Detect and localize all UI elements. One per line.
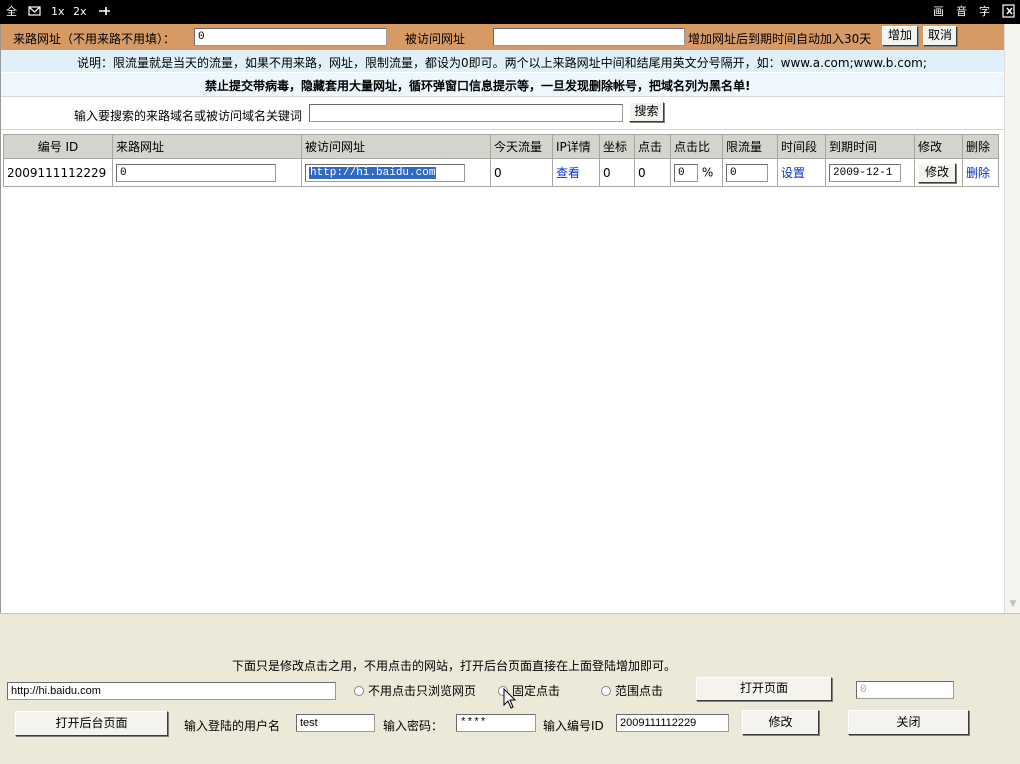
radio-range-click[interactable]: 范围点击: [601, 682, 663, 699]
pin-icon[interactable]: [97, 4, 111, 20]
col-clicks: 点击: [634, 134, 671, 159]
cell-coord: 0: [599, 158, 635, 187]
radio-range-label: 范围点击: [615, 684, 664, 698]
expire-input[interactable]: 2009-12-1: [829, 163, 901, 182]
picture-button[interactable]: 画: [933, 4, 944, 20]
col-ip-detail: IP详情: [552, 134, 600, 159]
warning-row: 禁止提交带病毒，隐藏套用大量网址，循环弹窗口信息提示等，一旦发现删除帐号，把域名…: [1, 73, 1004, 96]
sound-button[interactable]: 音: [956, 4, 967, 20]
cell-clicks: 0: [634, 158, 671, 187]
cell-edit: 修改: [914, 158, 963, 187]
zoom-2x-button[interactable]: 2x: [73, 4, 87, 20]
radio-browse-label: 不用点击只浏览网页: [368, 684, 477, 698]
modify-button[interactable]: 修改: [742, 710, 819, 735]
add-button[interactable]: 增加: [882, 26, 918, 46]
username-label: 输入登陆的用户名: [184, 719, 281, 733]
cell-delete: 删除: [962, 158, 999, 187]
note-text: 说明：限流量就是当天的流量，如果不用来路，网址，限制流量，都设为0即可。两个以上…: [77, 56, 927, 70]
note-row: 说明：限流量就是当天的流量，如果不用来路，网址，限制流量，都设为0即可。两个以上…: [1, 50, 1004, 73]
referrer-label: 来路网址（不用来路不用填）：: [13, 32, 176, 46]
password-input[interactable]: ****: [456, 714, 536, 732]
cell-today-traffic: 0: [490, 158, 553, 187]
bottom-note: 下面只是修改点击之用，不用点击的网站，打开后台页面直接在上面登陆增加即可。: [232, 659, 677, 673]
target-input[interactable]: [493, 28, 685, 46]
cancel-button[interactable]: 取消: [923, 26, 957, 46]
radio-fixed-label: 固定点击: [512, 684, 561, 698]
col-limit: 限流量: [722, 134, 778, 159]
mail-icon[interactable]: [28, 4, 42, 20]
open-admin-button[interactable]: 打开后台页面: [15, 711, 168, 736]
cell-expire: 2009-12-1: [825, 158, 915, 187]
col-edit: 修改: [914, 134, 963, 159]
table-header-row: 编号 ID 来路网址 被访问网址 今天流量 IP详情 坐标 点击 点击比 限流量…: [3, 134, 999, 159]
col-coord: 坐标: [599, 134, 635, 159]
search-input[interactable]: [309, 104, 623, 122]
open-page-button[interactable]: 打开页面: [696, 677, 832, 701]
col-today-traffic: 今天流量: [490, 134, 553, 159]
table-row: 2009111112229 0 http://hi.baidu.com 0 查看…: [3, 158, 999, 187]
col-expire: 到期时间: [825, 134, 915, 159]
warning-text: 禁止提交带病毒，隐藏套用大量网址，循环弹窗口信息提示等，一旦发现删除帐号，把域名…: [205, 79, 751, 93]
col-target: 被访问网址: [301, 134, 491, 159]
cell-limit: 0: [722, 158, 778, 187]
percent-sign: %: [701, 165, 714, 179]
radio-range-dot: [601, 686, 611, 696]
id-input[interactable]: 2009111112229: [616, 714, 729, 732]
referrer-input[interactable]: 0: [194, 28, 387, 46]
mouse-cursor-icon: [503, 688, 517, 709]
zoom-1x-button[interactable]: 1x: [51, 4, 65, 20]
id-label: 输入编号ID: [543, 719, 604, 733]
records-table: 编号 ID 来路网址 被访问网址 今天流量 IP详情 坐标 点击 点击比 限流量…: [3, 134, 999, 187]
col-click-ratio: 点击比: [670, 134, 723, 159]
radio-browse-only[interactable]: 不用点击只浏览网页: [354, 682, 476, 699]
password-label: 输入密码：: [383, 719, 444, 733]
add-url-row: 来路网址（不用来路不用填）： 0 被访问网址 增加网址后到期时间自动加入30天 …: [1, 24, 1004, 50]
cell-id: 2009111112229: [3, 158, 113, 187]
scroll-down-icon[interactable]: ▼: [1007, 599, 1019, 609]
row-target-input[interactable]: http://hi.baidu.com: [305, 163, 465, 182]
search-label: 输入要搜索的来路域名或被访问域名关键词: [74, 109, 303, 123]
limit-input[interactable]: 0: [726, 163, 768, 182]
click-ratio-input[interactable]: 0: [674, 163, 698, 182]
url-input[interactable]: http://hi.baidu.com: [7, 682, 336, 700]
exit-icon[interactable]: [1002, 4, 1016, 20]
cell-time-period: 设置: [777, 158, 826, 187]
search-row: 输入要搜索的来路域名或被访问域名关键词 搜索: [1, 96, 1004, 130]
time-period-link[interactable]: 设置: [781, 166, 805, 180]
app-window: 全 1x 2x 画 音 字 来路网址（不用来路不用填）： 0 被访问网址 增加网…: [0, 0, 1020, 764]
col-delete: 删除: [962, 134, 999, 159]
cell-click-ratio: 0 %: [670, 158, 723, 187]
row-target-selected-text: http://hi.baidu.com: [309, 166, 437, 179]
radio-browse-dot: [354, 686, 364, 696]
fullscreen-button[interactable]: 全: [6, 4, 17, 20]
close-button[interactable]: 关闭: [848, 710, 969, 735]
col-referrer: 来路网址: [112, 134, 302, 159]
ip-detail-link[interactable]: 查看: [556, 166, 580, 180]
cell-referrer: 0: [112, 158, 302, 187]
top-toolbar: 全 1x 2x 画 音 字: [0, 0, 1020, 24]
vertical-scrollbar[interactable]: ▼: [1004, 24, 1020, 613]
col-time-period: 时间段: [777, 134, 826, 159]
cell-target: http://hi.baidu.com: [301, 158, 491, 187]
col-id: 编号 ID: [3, 134, 113, 159]
content-panel: 来路网址（不用来路不用填）： 0 被访问网址 增加网址后到期时间自动加入30天 …: [0, 24, 1004, 613]
row-referrer-input[interactable]: 0: [116, 163, 276, 182]
target-label: 被访问网址: [405, 32, 466, 46]
search-button[interactable]: 搜索: [629, 102, 664, 122]
add-hint: 增加网址后到期时间自动加入30天: [688, 32, 872, 46]
row-delete-link[interactable]: 删除: [966, 166, 990, 180]
small-value-input[interactable]: 0: [856, 681, 954, 699]
text-button[interactable]: 字: [979, 4, 990, 20]
cell-ip-detail: 查看: [552, 158, 600, 187]
row-edit-button[interactable]: 修改: [918, 162, 957, 183]
username-input[interactable]: test: [296, 714, 375, 732]
